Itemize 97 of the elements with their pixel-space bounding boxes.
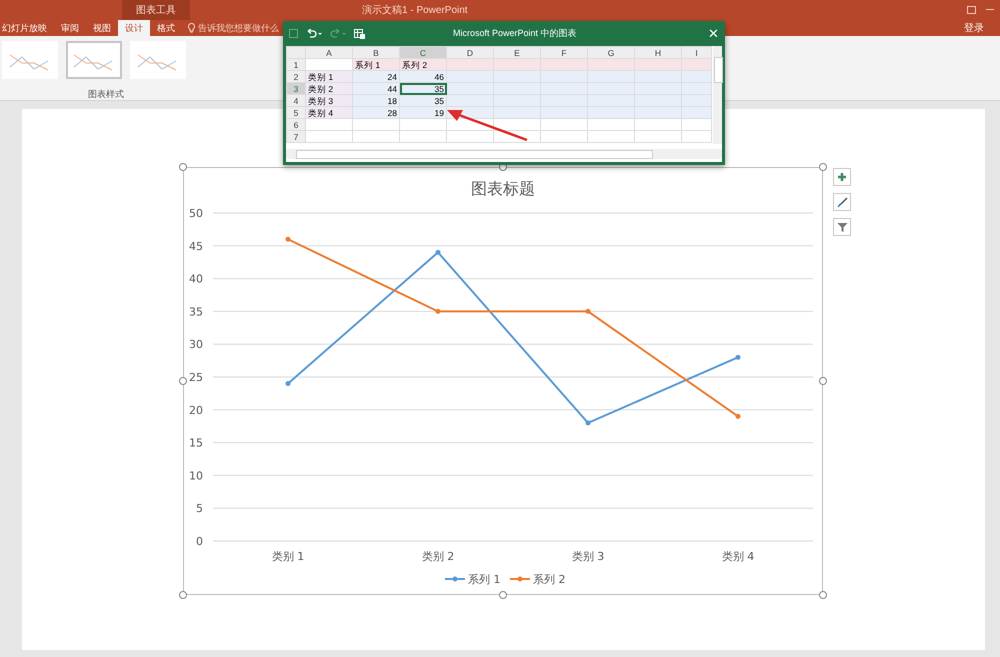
filter-icon [836,222,848,232]
category-label: 类别 1 [272,550,304,563]
chart-style-thumbnail[interactable] [2,41,58,79]
column-header[interactable]: F [540,46,588,58]
axis-tick-label: 5 [196,502,203,516]
axis-tick-label: 35 [189,305,203,318]
data-point [586,420,590,426]
table-cell[interactable]: 46 [400,70,446,82]
chart-style-thumbnail[interactable] [66,41,122,79]
axis-tick-label: 50 [189,207,203,220]
undo-icon[interactable] [306,29,322,38]
row-header[interactable]: 7 [286,130,306,142]
axis-tick-label: 15 [189,436,203,450]
data-point [586,308,590,314]
ribbon-tab[interactable]: 设计 [118,20,150,36]
legend-label: 系列 2 [533,573,566,586]
spreadsheet-icon[interactable] [354,28,365,38]
column-header[interactable]: B [352,46,400,58]
plus-icon [837,172,847,182]
chart-filter-button[interactable] [833,218,851,236]
axis-tick-label: 10 [189,469,203,482]
axis-tick-label: 30 [189,338,203,352]
resize-handle[interactable] [819,591,827,599]
column-header[interactable]: E [494,46,540,58]
row-header[interactable]: 1 [286,58,306,70]
table-cell[interactable]: 类别 1 [306,70,352,82]
column-header[interactable]: C [400,46,446,58]
restore-icon[interactable] [967,6,976,14]
column-header[interactable]: I [682,46,712,58]
resize-handle[interactable] [179,163,187,171]
legend-marker [510,576,530,582]
row-header[interactable]: 5 [286,106,306,118]
data-point [436,250,440,255]
data-point [736,414,740,419]
table-cell[interactable]: 系列 1 [352,58,400,70]
tell-me-search[interactable]: 告诉我您想要做什么 [198,22,279,34]
brush-icon [836,196,848,208]
table-cell[interactable]: 类别 2 [306,82,352,94]
table-cell[interactable]: 系列 2 [400,58,446,70]
axis-tick-label: 40 [189,272,203,286]
horizontal-scrollbar[interactable] [286,149,722,159]
table-cell[interactable]: 35 [400,94,446,106]
lightbulb-icon [188,23,195,33]
redo-icon [330,29,346,38]
column-header[interactable]: A [306,46,352,58]
add-element-button[interactable] [833,168,851,186]
legend-label: 系列 1 [468,573,500,586]
resize-handle[interactable] [819,377,827,385]
table-cell[interactable]: 类别 4 [306,106,352,118]
legend-marker [445,576,465,582]
axis-tick-label: 45 [189,240,203,253]
column-header[interactable]: D [446,46,494,58]
scroll-thumb[interactable] [714,57,723,83]
ribbon-tab[interactable]: 幻灯片放映 [0,20,54,36]
resize-handle[interactable] [179,591,187,599]
row-header[interactable]: 2 [286,70,306,82]
group-label: 图表样式 [88,88,124,101]
chart-styles-button[interactable] [833,193,851,211]
vertical-scrollbar[interactable] [713,46,722,144]
axis-tick-label: 20 [189,404,203,417]
category-label: 类别 4 [722,550,754,563]
table-cell[interactable]: 18 [352,94,400,106]
row-header[interactable]: 4 [286,94,306,106]
table-cell[interactable]: 44 [352,82,400,94]
context-tab-group-label: 图表工具 [122,0,190,20]
sign-in-link[interactable]: 登录 [964,20,984,36]
window-title: 演示文稿1 - PowerPoint [362,4,468,18]
chart-style-thumbnail[interactable] [130,41,186,79]
axis-tick-label: 25 [189,371,203,384]
data-point [736,354,740,360]
ribbon-tab[interactable]: 格式 [150,20,182,36]
table-cell[interactable]: 类别 3 [306,94,352,106]
window-title: Microsoft PowerPoint 中的图表 [453,27,577,40]
ribbon-tab[interactable]: 视图 [86,20,118,36]
save-icon[interactable] [289,29,298,38]
data-point [286,381,290,386]
data-point [436,308,440,314]
data-point [286,236,290,242]
axis-tick-label: 0 [196,535,203,548]
category-label: 类别 2 [422,550,454,563]
resize-handle[interactable] [819,163,827,171]
row-header[interactable]: 3 [286,82,306,94]
table-cell[interactable]: 28 [352,106,400,118]
ribbon-tab[interactable]: 审阅 [54,20,86,36]
table-cell[interactable]: 19 [400,106,446,118]
scroll-thumb[interactable] [296,150,653,159]
resize-handle[interactable] [179,377,187,385]
close-button[interactable]: ✕ [708,26,719,41]
table-cell[interactable]: 35 [400,82,446,94]
column-header[interactable]: H [634,46,682,58]
category-label: 类别 3 [572,550,604,563]
chart-title: 图表标题 [471,179,535,198]
resize-handle[interactable] [499,591,507,599]
row-header[interactable]: 6 [286,118,306,130]
minimize-icon[interactable] [986,9,994,11]
table-cell[interactable]: 24 [352,70,400,82]
column-header[interactable]: G [588,46,634,58]
